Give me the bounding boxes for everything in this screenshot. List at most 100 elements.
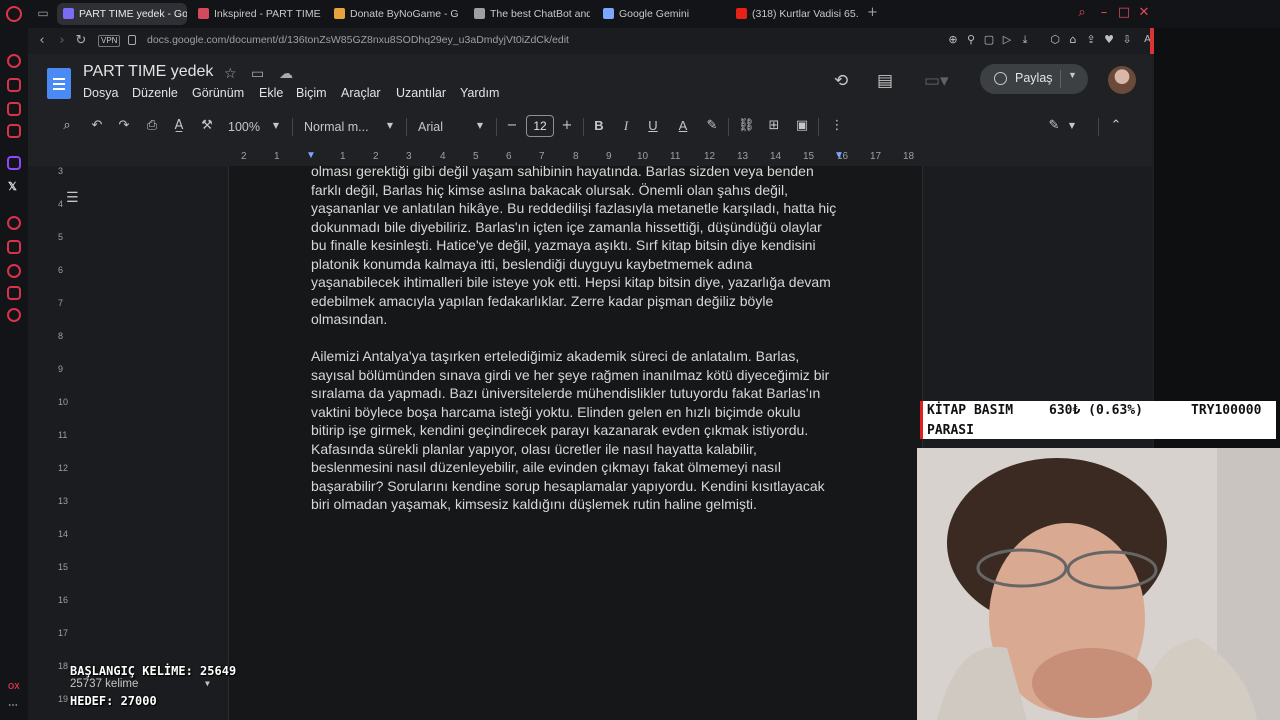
text-line[interactable]: biri olmadan yaşamak, kimsesiz kaldığını… bbox=[311, 495, 851, 514]
search-menus-icon[interactable]: ⌕ bbox=[59, 118, 75, 134]
font-select[interactable]: Arial bbox=[418, 120, 443, 134]
text-color-button[interactable]: A bbox=[675, 118, 691, 134]
browser-tab[interactable]: Donate ByNoGame - Gem bbox=[328, 3, 458, 25]
text-line[interactable]: Kafasında sürekli planlar yapıyor, olası… bbox=[311, 440, 851, 459]
pinboard-icon[interactable] bbox=[7, 240, 21, 254]
text-line[interactable]: farklı değil, Barlas hiç kimse aslına ba… bbox=[311, 181, 851, 200]
sidebar-more-icon[interactable]: ⋯ bbox=[8, 700, 18, 711]
text-line[interactable]: başarabilir? Sorularını kendine sorup he… bbox=[311, 477, 851, 496]
paragraph[interactable]: Ailemizi Antalya'ya taşırken ertelediğim… bbox=[311, 347, 851, 514]
menu-insert[interactable]: Ekle bbox=[259, 86, 283, 100]
vpn-badge[interactable]: VPN bbox=[98, 35, 121, 47]
gmail-icon[interactable] bbox=[7, 124, 21, 138]
download-tray-icon[interactable]: ⇩ bbox=[1120, 33, 1134, 47]
docs-word-count[interactable]: 25737 kelime bbox=[70, 678, 138, 690]
menu-file[interactable]: Dosya bbox=[83, 86, 118, 100]
bold-button[interactable]: B bbox=[591, 118, 607, 134]
back-icon[interactable]: ‹ bbox=[34, 33, 50, 49]
undo-icon[interactable]: ↶ bbox=[89, 118, 105, 134]
italic-button[interactable]: I bbox=[618, 118, 634, 134]
share-button[interactable]: Paylaş ▼ bbox=[980, 64, 1088, 94]
snapshot-icon[interactable]: ▢ bbox=[982, 33, 996, 47]
share-page-icon[interactable]: ⇪ bbox=[1084, 33, 1098, 47]
more-options-icon[interactable]: ⋮ bbox=[829, 118, 845, 134]
text-line[interactable]: olması gerektiği gibi değil yaşam sahibi… bbox=[311, 162, 851, 181]
decrease-font-icon[interactable]: − bbox=[504, 118, 520, 134]
word-count-chevron-icon[interactable]: ▼ bbox=[205, 679, 210, 688]
text-line[interactable]: sayısal bölümünden sınava girdi ve her ş… bbox=[311, 366, 851, 385]
extensions-sidebar-icon[interactable] bbox=[7, 286, 21, 300]
crypto-icon[interactable] bbox=[7, 78, 21, 92]
browser-tab[interactable]: PART TIME yedek - Googl bbox=[57, 3, 187, 25]
close-icon[interactable]: ✕ bbox=[1136, 5, 1152, 21]
zoom-icon[interactable]: ⊕ bbox=[946, 33, 960, 47]
meet-icon[interactable]: ▭▾ bbox=[924, 71, 949, 91]
menu-view[interactable]: Görünüm bbox=[192, 86, 244, 100]
underline-button[interactable]: U bbox=[645, 118, 661, 134]
text-line[interactable]: dokunmadı bile diyebiliriz. Barlas'ın iç… bbox=[311, 218, 851, 237]
link-icon[interactable]: ⛓ bbox=[738, 118, 755, 134]
browser-tab[interactable]: (318) Kurtlar Vadisi 65. Bö bbox=[730, 3, 860, 25]
aria-icon[interactable] bbox=[7, 54, 21, 68]
download-icon[interactable]: ⤓ bbox=[1018, 33, 1032, 47]
menu-format[interactable]: Biçim bbox=[296, 86, 327, 100]
paint-format-icon[interactable]: ⚒ bbox=[199, 118, 215, 134]
forward-icon[interactable]: › bbox=[54, 33, 70, 49]
text-line[interactable]: Ailemizi Antalya'ya taşırken ertelediğim… bbox=[311, 347, 851, 366]
right-indent-marker-icon[interactable]: ▼ bbox=[834, 150, 844, 161]
paragraph[interactable]: olması gerektiği gibi değil yaşam sahibi… bbox=[311, 162, 851, 329]
settings-icon[interactable] bbox=[7, 308, 21, 322]
messenger-icon[interactable] bbox=[7, 102, 21, 116]
redo-icon[interactable]: ↷ bbox=[116, 118, 132, 134]
lock-icon[interactable] bbox=[128, 35, 136, 45]
style-select[interactable]: Normal m... bbox=[304, 120, 369, 134]
menu-extensions[interactable]: Uzantılar bbox=[396, 86, 446, 100]
document-outline-icon[interactable]: ☰ bbox=[66, 190, 79, 206]
editing-mode-chevron-icon[interactable]: ▼ bbox=[1064, 118, 1080, 134]
editing-mode-icon[interactable]: ✎ bbox=[1046, 118, 1062, 134]
zoom-select[interactable]: 100% bbox=[228, 120, 260, 134]
docs-logo-icon[interactable] bbox=[47, 68, 71, 99]
add-comment-icon[interactable]: ⊞ bbox=[766, 118, 782, 134]
extensions-icon[interactable]: ⬡ bbox=[1048, 33, 1062, 47]
style-chevron-icon[interactable]: ▼ bbox=[382, 118, 398, 134]
text-line[interactable]: olmasından. bbox=[311, 310, 851, 329]
browser-tab[interactable]: Inkspired - PART TIME bbox=[192, 3, 322, 25]
menu-edit[interactable]: Düzenle bbox=[132, 86, 178, 100]
document-title[interactable]: PART TIME yedek bbox=[83, 63, 213, 81]
text-line[interactable]: beslenmesini nasıl düzenleyebilir, aile … bbox=[311, 458, 851, 477]
reload-icon[interactable]: ↻ bbox=[73, 33, 89, 49]
text-line[interactable]: sıralama da yapmadı. Bazı üniversitelerd… bbox=[311, 384, 851, 403]
text-line[interactable]: yaşananlar ve anlatılan hikâye. Bu redde… bbox=[311, 199, 851, 218]
font-size-input[interactable]: 12 bbox=[526, 115, 554, 137]
star-icon[interactable]: ☆ bbox=[224, 66, 237, 82]
wallet-icon[interactable]: ⌂ bbox=[1066, 33, 1080, 47]
text-line[interactable]: yaşanabilecek ihtimalleri bile isteye yo… bbox=[311, 273, 851, 292]
comments-icon[interactable]: ▤ bbox=[877, 71, 893, 91]
avatar[interactable] bbox=[1108, 66, 1136, 94]
text-line[interactable]: edebilmek amacıyla yapılan fedakarlıklar… bbox=[311, 292, 851, 311]
text-line[interactable]: platonik konumda kalmaya itti, beslendiğ… bbox=[311, 255, 851, 274]
browser-tab[interactable]: The best ChatBot and Wi bbox=[468, 3, 590, 25]
zoom-chevron-icon[interactable]: ▼ bbox=[268, 118, 284, 134]
version-history-icon[interactable]: ⟲ bbox=[834, 71, 848, 91]
print-icon[interactable]: ⎙ bbox=[144, 118, 160, 134]
hide-menus-icon[interactable]: ⌃ bbox=[1108, 118, 1124, 134]
spellcheck-icon[interactable]: A̲ bbox=[171, 118, 187, 134]
move-folder-icon[interactable]: ▭ bbox=[251, 66, 264, 82]
history-icon[interactable] bbox=[7, 264, 21, 278]
url-field[interactable]: docs.google.com/document/d/136tonZsW85GZ… bbox=[147, 34, 569, 46]
highlight-icon[interactable]: ✎ bbox=[704, 118, 720, 134]
minimize-icon[interactable]: – bbox=[1096, 5, 1112, 21]
play-icon[interactable]: ▷ bbox=[1000, 33, 1014, 47]
font-chevron-icon[interactable]: ▼ bbox=[472, 118, 488, 134]
chevron-down-icon[interactable]: ▼ bbox=[1068, 70, 1077, 80]
left-indent-marker-icon[interactable]: ▼ bbox=[306, 150, 316, 161]
text-line[interactable]: vaktini böylece boşa harcama isteği yokt… bbox=[311, 403, 851, 422]
cloud-status-icon[interactable]: ☁ bbox=[279, 66, 293, 82]
x-icon[interactable]: 𝕏 bbox=[8, 180, 17, 193]
heart-icon[interactable]: ♥ bbox=[1102, 33, 1116, 47]
new-tab-button[interactable]: + bbox=[867, 6, 878, 20]
player-icon[interactable] bbox=[7, 216, 21, 230]
text-line[interactable]: bitirip işe girmek, kendini geçindirecek… bbox=[311, 421, 851, 440]
